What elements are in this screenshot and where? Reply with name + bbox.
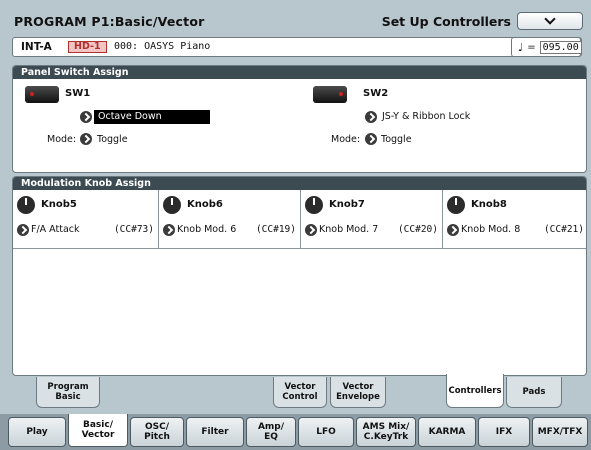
program-screen: PROGRAM P1:Basic/Vector Set Up Controlle… bbox=[0, 0, 591, 450]
knob7-title: Knob7 bbox=[329, 199, 365, 210]
sw2-function-field[interactable]: JS-Y & Ribbon Lock bbox=[378, 110, 518, 124]
sw2-mode-popup-button[interactable] bbox=[365, 133, 377, 145]
tab-label: Controllers bbox=[448, 385, 502, 396]
knob-icon bbox=[305, 196, 323, 214]
knob-icon bbox=[447, 196, 465, 214]
panel-switch-assign: Panel Switch Assign SW1 Octave Down Mode… bbox=[12, 65, 587, 173]
knob8-cc: (CC#21) bbox=[543, 224, 584, 235]
main-tab-filter[interactable]: Filter bbox=[186, 417, 244, 447]
tab-controllers[interactable]: Controllers bbox=[446, 374, 504, 408]
sw1-function-popup-button[interactable] bbox=[80, 111, 92, 123]
knob8-function-popup-button[interactable] bbox=[447, 224, 459, 236]
knob8-cell: Knob8 Knob Mod. 8 (CC#21) bbox=[443, 190, 586, 248]
knob-assign-heading: Modulation Knob Assign bbox=[13, 177, 586, 190]
knob5-title: Knob5 bbox=[41, 199, 77, 210]
switch-1-icon bbox=[25, 86, 59, 103]
sw1-function-field[interactable]: Octave Down bbox=[94, 110, 210, 124]
tab-label: Amp/ EQ bbox=[257, 422, 285, 442]
knob6-function[interactable]: Knob Mod. 6 bbox=[177, 224, 236, 235]
knob5-cc: (CC#73) bbox=[113, 224, 154, 235]
tab-label: Pads bbox=[522, 387, 546, 397]
main-tab-ifx[interactable]: IFX bbox=[478, 417, 530, 447]
knob6-title: Knob6 bbox=[187, 199, 223, 210]
tab-pads[interactable]: Pads bbox=[506, 377, 562, 408]
knob7-cc: (CC#20) bbox=[397, 224, 438, 235]
main-tab-mfx-tfx[interactable]: MFX/TFX bbox=[532, 417, 588, 447]
title-bar: PROGRAM P1:Basic/Vector Set Up Controlle… bbox=[10, 12, 587, 32]
knob7-function-popup-button[interactable] bbox=[305, 224, 317, 236]
tab-label: KARMA bbox=[428, 427, 466, 437]
switch-2-icon bbox=[313, 86, 347, 103]
tab-label: LFO bbox=[316, 427, 336, 437]
program-name[interactable]: 000: OASYS Piano bbox=[114, 41, 210, 52]
main-tab-lfo[interactable]: LFO bbox=[298, 417, 354, 447]
knob5-cell: Knob5 F/A Attack (CC#73) bbox=[13, 190, 159, 248]
knob6-cc: (CC#19) bbox=[255, 224, 296, 235]
chevron-down-icon bbox=[544, 13, 556, 25]
knob6-cell: Knob6 Knob Mod. 6 (CC#19) bbox=[159, 190, 301, 248]
tab-label: Play bbox=[26, 427, 48, 437]
tab-label: OSC/ Pitch bbox=[144, 422, 170, 442]
page-title: PROGRAM P1:Basic/Vector bbox=[14, 14, 205, 29]
knob8-function[interactable]: Knob Mod. 8 bbox=[461, 224, 520, 235]
tempo-field[interactable]: ♩ = 095.00 bbox=[511, 37, 582, 57]
tempo-value[interactable]: 095.00 bbox=[539, 40, 582, 54]
led-icon bbox=[339, 92, 343, 96]
tab-label: MFX/TFX bbox=[537, 427, 583, 437]
page-menu-label: Set Up Controllers bbox=[381, 14, 511, 29]
knob5-function[interactable]: F/A Attack bbox=[31, 224, 80, 235]
main-tab-karma[interactable]: KARMA bbox=[418, 417, 476, 447]
program-type-badge: HD-1 bbox=[68, 41, 107, 53]
main-tab-amp-eq[interactable]: Amp/ EQ bbox=[246, 417, 296, 447]
knob7-function[interactable]: Knob Mod. 7 bbox=[319, 224, 378, 235]
divider bbox=[13, 248, 586, 249]
tab-label: AMS Mix/ C.KeyTrk bbox=[362, 422, 410, 442]
knob8-title: Knob8 bbox=[471, 199, 507, 210]
sw1-mode-label: Mode: bbox=[47, 134, 77, 145]
knob-icon bbox=[163, 196, 181, 214]
panel-switch-heading: Panel Switch Assign bbox=[13, 66, 586, 79]
modulation-knob-assign: Modulation Knob Assign Knob5 F/A Attack … bbox=[12, 176, 587, 376]
led-icon bbox=[30, 92, 34, 96]
sw1-mode-value[interactable]: Toggle bbox=[97, 134, 128, 145]
main-tab-osc-pitch[interactable]: OSC/ Pitch bbox=[130, 417, 184, 447]
main-tab-ams-mix[interactable]: AMS Mix/ C.KeyTrk bbox=[356, 417, 416, 447]
knob7-cell: Knob7 Knob Mod. 7 (CC#20) bbox=[301, 190, 443, 248]
tab-label: Filter bbox=[201, 427, 229, 437]
knob6-function-popup-button[interactable] bbox=[163, 224, 175, 236]
sw1-title: SW1 bbox=[65, 88, 91, 99]
tab-vector-control[interactable]: Vector Control bbox=[273, 377, 327, 408]
main-tab-play[interactable]: Play bbox=[8, 417, 66, 447]
knob5-function-popup-button[interactable] bbox=[17, 224, 29, 236]
sw2-mode-label: Mode: bbox=[331, 134, 361, 145]
tab-program-basic[interactable]: Program Basic bbox=[36, 377, 100, 408]
sw2-title: SW2 bbox=[363, 88, 389, 99]
page-menu-button[interactable] bbox=[517, 12, 583, 30]
knob-icon bbox=[17, 196, 35, 214]
tab-label: Program Basic bbox=[47, 382, 89, 402]
tempo-label: = bbox=[527, 41, 536, 53]
tab-label: IFX bbox=[495, 427, 513, 437]
tab-label: Vector Envelope bbox=[336, 382, 380, 402]
program-select-bar[interactable]: INT-A HD-1 000: OASYS Piano ♩ = 095.00 bbox=[12, 37, 582, 57]
sw1-mode-popup-button[interactable] bbox=[80, 133, 92, 145]
sw2-mode-value[interactable]: Toggle bbox=[381, 134, 412, 145]
tab-vector-envelope[interactable]: Vector Envelope bbox=[330, 377, 386, 408]
tab-label: Vector Control bbox=[282, 382, 318, 402]
sw2-function-popup-button[interactable] bbox=[365, 111, 377, 123]
program-bank: INT-A bbox=[21, 41, 52, 53]
main-tab-basic-vector[interactable]: Basic/ Vector bbox=[68, 414, 128, 447]
tab-label: Basic/ Vector bbox=[81, 420, 115, 440]
quarter-note-icon: ♩ bbox=[518, 40, 524, 54]
